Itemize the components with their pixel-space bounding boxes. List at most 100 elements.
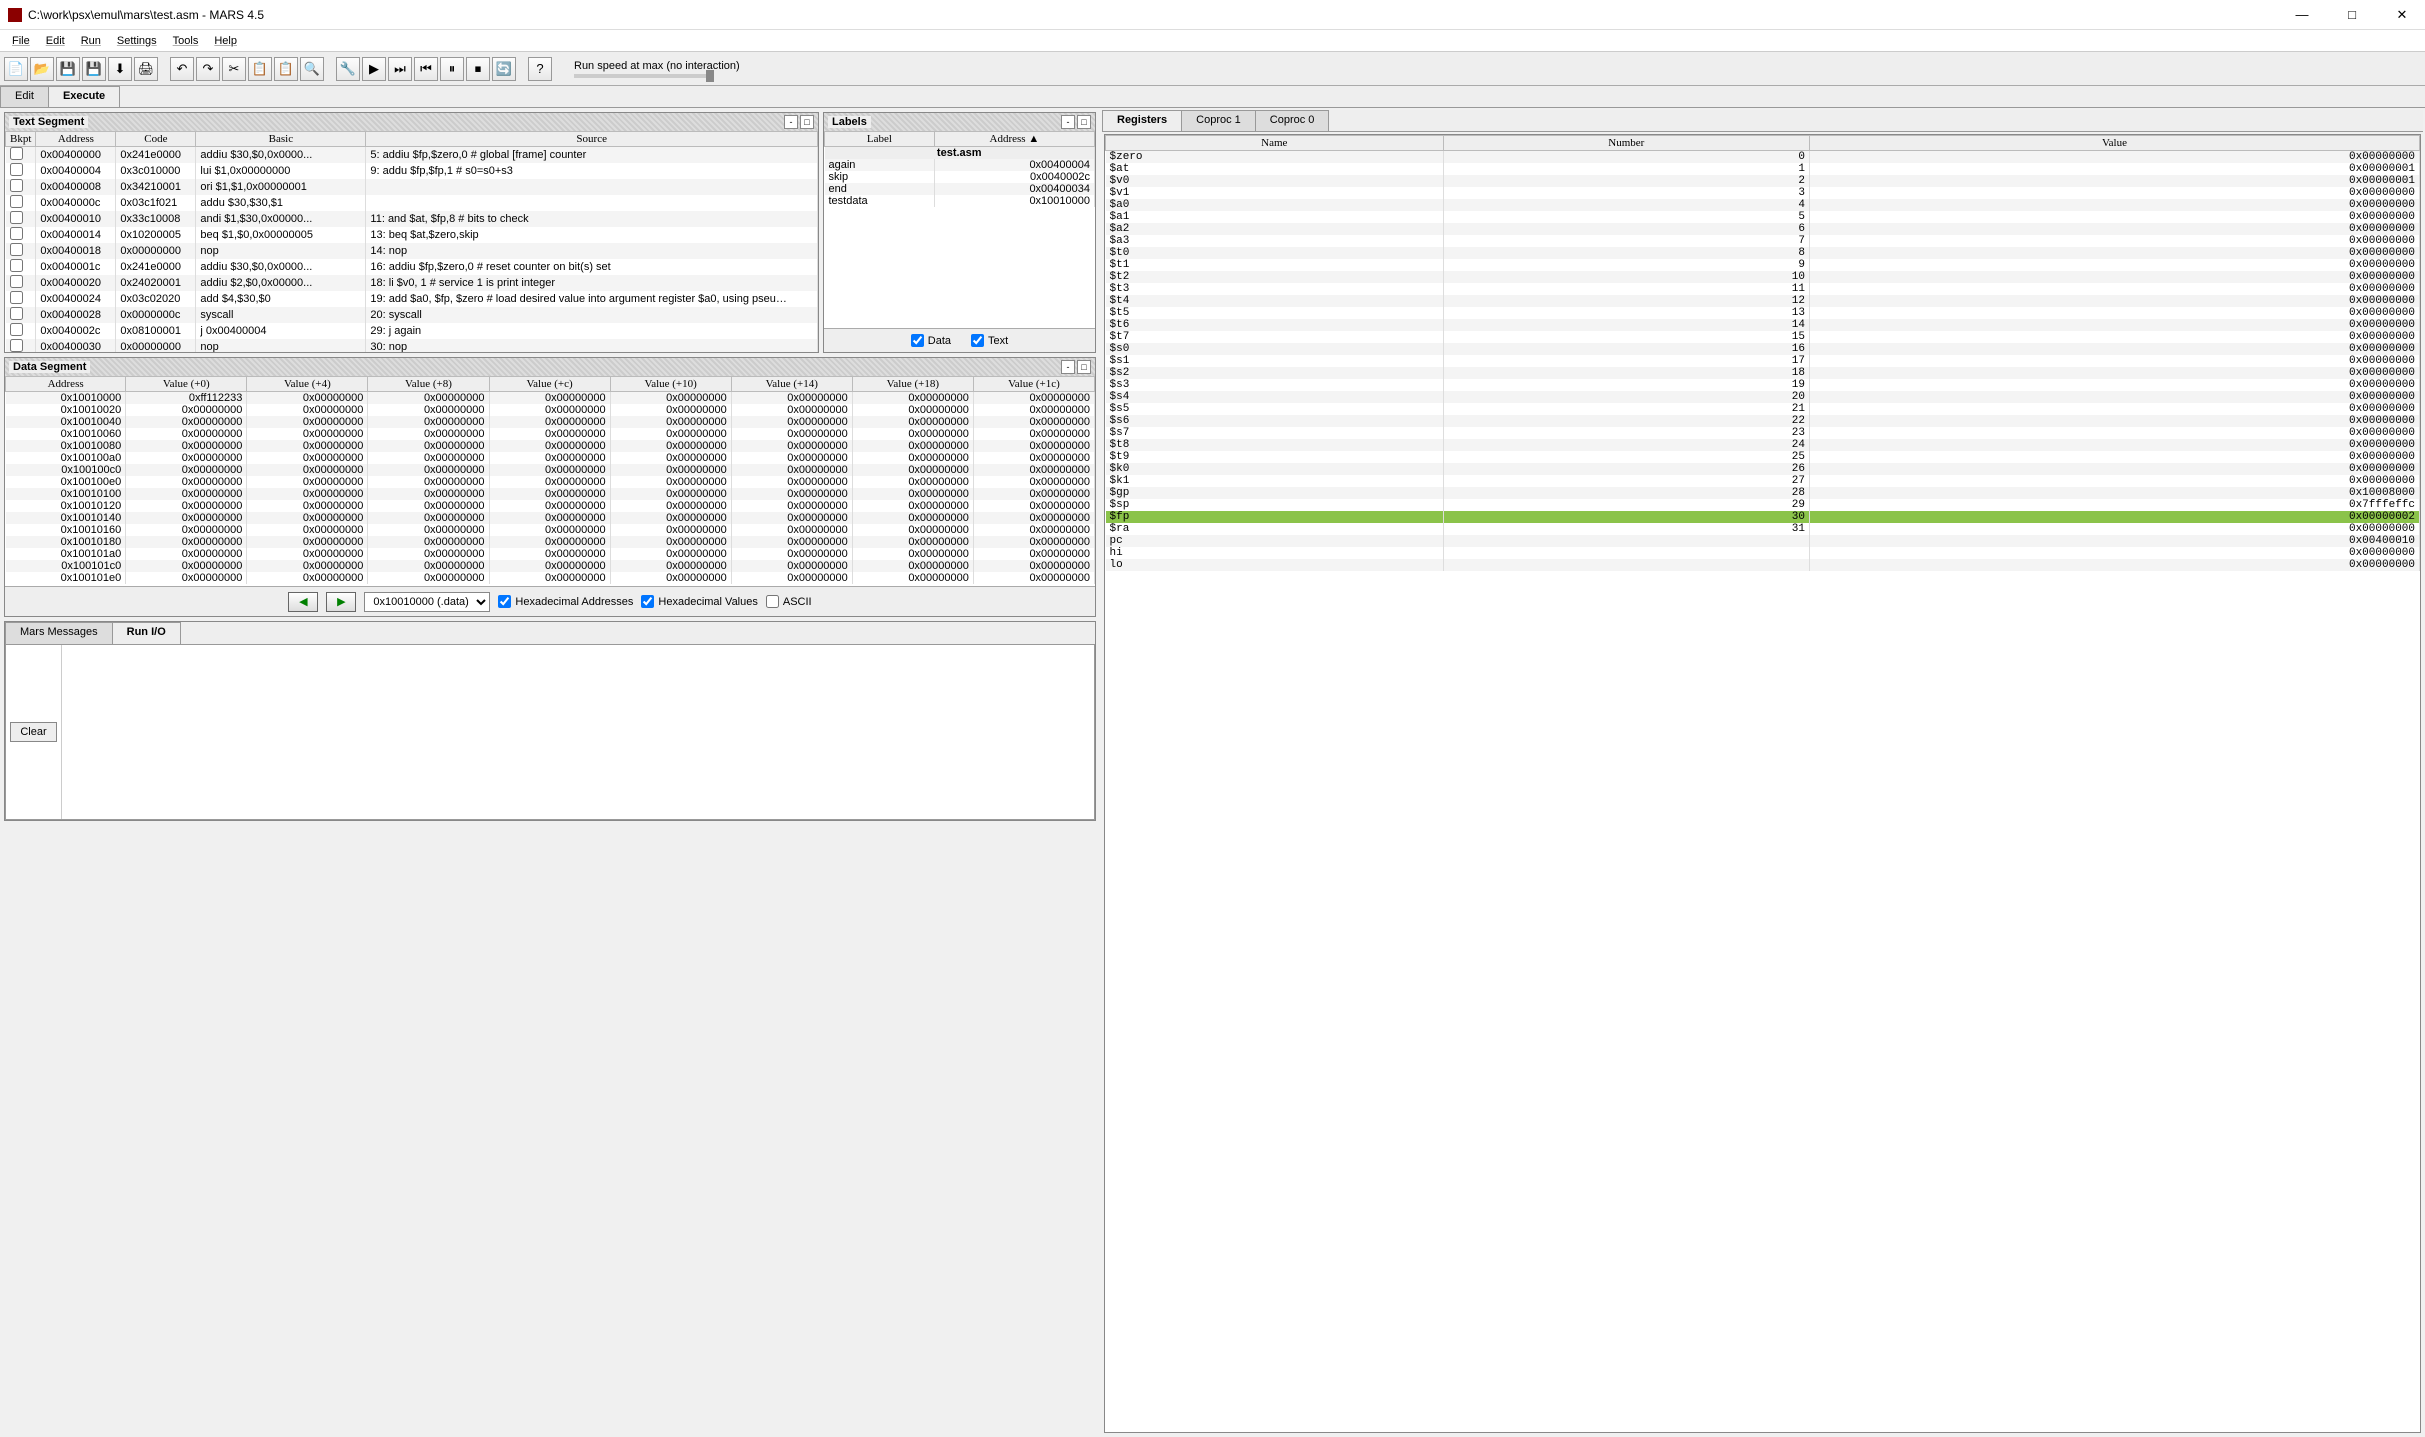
register-row[interactable]: $a040x00000000 (1106, 199, 2420, 211)
dump-button[interactable]: ⬇ (108, 57, 132, 81)
data-row[interactable]: 0x100101800x000000000x000000000x00000000… (6, 536, 1095, 548)
breakpoint-checkbox[interactable] (10, 275, 23, 288)
register-row[interactable]: $gp280x10008000 (1106, 487, 2420, 499)
register-row[interactable]: $t5130x00000000 (1106, 307, 2420, 319)
data-address-select[interactable]: 0x10010000 (.data) (364, 592, 490, 612)
data-row[interactable]: 0x100101e00x000000000x000000000x00000000… (6, 572, 1095, 584)
register-row[interactable]: $at10x00000001 (1106, 163, 2420, 175)
label-row[interactable]: end0x00400034 (825, 183, 1095, 195)
paste-button[interactable]: 📋 (274, 57, 298, 81)
register-row[interactable]: $t6140x00000000 (1106, 319, 2420, 331)
reset-button[interactable]: 🔄 (492, 57, 516, 81)
help-button[interactable]: ? (528, 57, 552, 81)
register-row[interactable]: $fp300x00000002 (1106, 511, 2420, 523)
print-button[interactable]: 🖨 (134, 57, 158, 81)
register-row[interactable]: $s7230x00000000 (1106, 427, 2420, 439)
register-row[interactable]: $a260x00000000 (1106, 223, 2420, 235)
breakpoint-checkbox[interactable] (10, 179, 23, 192)
register-row[interactable]: $s2180x00000000 (1106, 367, 2420, 379)
ascii-checkbox[interactable]: ASCII (766, 595, 812, 608)
cut-button[interactable]: ✂ (222, 57, 246, 81)
label-row[interactable]: again0x00400004 (825, 159, 1095, 171)
register-row[interactable]: $t4120x00000000 (1106, 295, 2420, 307)
menu-run[interactable]: Run (73, 33, 109, 49)
register-row[interactable]: $zero00x00000000 (1106, 151, 2420, 164)
step-button[interactable]: ⏭ (388, 57, 412, 81)
text-row[interactable]: 0x0040001c0x241e0000addiu $30,$0,0x0000.… (6, 259, 818, 275)
register-row[interactable]: $a150x00000000 (1106, 211, 2420, 223)
breakpoint-checkbox[interactable] (10, 147, 23, 160)
registers-table[interactable]: NameNumberValue$zero00x00000000$at10x000… (1105, 135, 2420, 1432)
backstep-button[interactable]: ⏮ (414, 57, 438, 81)
text-row[interactable]: 0x004000180x00000000nop14: nop (6, 243, 818, 259)
new-file-button[interactable]: 📄 (4, 57, 28, 81)
register-row[interactable]: $a370x00000000 (1106, 235, 2420, 247)
tab-mars-messages[interactable]: Mars Messages (5, 622, 113, 644)
text-row[interactable]: 0x004000240x03c02020add $4,$30,$019: add… (6, 291, 818, 307)
speed-slider[interactable] (574, 74, 714, 78)
close-button[interactable]: ✕ (2387, 5, 2417, 25)
clear-button[interactable]: Clear (10, 722, 57, 742)
breakpoint-checkbox[interactable] (10, 291, 23, 304)
data-row[interactable]: 0x100100600x000000000x000000000x00000000… (6, 428, 1095, 440)
menu-settings[interactable]: Settings (109, 33, 165, 49)
stop-button[interactable]: ⏹ (466, 57, 490, 81)
register-row[interactable]: $v020x00000001 (1106, 175, 2420, 187)
register-row[interactable]: $t190x00000000 (1106, 259, 2420, 271)
breakpoint-checkbox[interactable] (10, 227, 23, 240)
tab-coproc0[interactable]: Coproc 0 (1255, 110, 1330, 131)
save-as-button[interactable]: 💾 (82, 57, 106, 81)
menu-edit[interactable]: Edit (38, 33, 73, 49)
breakpoint-checkbox[interactable] (10, 323, 23, 336)
tab-registers[interactable]: Registers (1102, 110, 1182, 131)
label-row[interactable]: skip0x0040002c (825, 171, 1095, 183)
breakpoint-checkbox[interactable] (10, 195, 23, 208)
register-row[interactable]: $sp290x7fffeffc (1106, 499, 2420, 511)
data-row[interactable]: 0x100100c00x000000000x000000000x00000000… (6, 464, 1095, 476)
minimize-button[interactable]: — (2287, 5, 2317, 25)
register-row[interactable]: $s5210x00000000 (1106, 403, 2420, 415)
register-row[interactable]: $s6220x00000000 (1106, 415, 2420, 427)
register-row[interactable]: $t080x00000000 (1106, 247, 2420, 259)
register-row[interactable]: $k1270x00000000 (1106, 475, 2420, 487)
hex-addresses-checkbox[interactable]: Hexadecimal Addresses (498, 595, 633, 608)
menu-file[interactable]: File (4, 33, 38, 49)
maximize-panel-icon[interactable]: □ (800, 115, 814, 129)
data-row[interactable]: 0x100101600x000000000x000000000x00000000… (6, 524, 1095, 536)
maximize-panel-icon[interactable]: □ (1077, 360, 1091, 374)
run-button[interactable]: ▶ (362, 57, 386, 81)
maximize-button[interactable]: □ (2337, 5, 2367, 25)
register-row[interactable]: $t8240x00000000 (1106, 439, 2420, 451)
data-row[interactable]: 0x100100400x000000000x000000000x00000000… (6, 416, 1095, 428)
register-row[interactable]: $k0260x00000000 (1106, 463, 2420, 475)
text-row[interactable]: 0x0040002c0x08100001j 0x0040000429: j ag… (6, 323, 818, 339)
register-row[interactable]: $t7150x00000000 (1106, 331, 2420, 343)
tab-edit[interactable]: Edit (0, 86, 49, 107)
data-row[interactable]: 0x100100200x000000000x000000000x00000000… (6, 404, 1095, 416)
text-row[interactable]: 0x004000040x3c010000lui $1,0x000000009: … (6, 163, 818, 179)
register-row[interactable]: $s0160x00000000 (1106, 343, 2420, 355)
register-row[interactable]: $v130x00000000 (1106, 187, 2420, 199)
labels-text-checkbox[interactable]: Text (971, 334, 1008, 347)
data-row[interactable]: 0x100100800x000000000x000000000x00000000… (6, 440, 1095, 452)
data-row[interactable]: 0x100101a00x000000000x000000000x00000000… (6, 548, 1095, 560)
labels-table[interactable]: LabelAddress ▲test.asmagain0x00400004ski… (824, 131, 1095, 328)
data-row[interactable]: 0x100100e00x000000000x000000000x00000000… (6, 476, 1095, 488)
minimize-panel-icon[interactable]: - (784, 115, 798, 129)
register-row[interactable]: $s4200x00000000 (1106, 391, 2420, 403)
tab-execute[interactable]: Execute (48, 86, 120, 107)
register-row[interactable]: pc0x00400010 (1106, 535, 2420, 547)
redo-button[interactable]: ↷ (196, 57, 220, 81)
register-row[interactable]: hi0x00000000 (1106, 547, 2420, 559)
minimize-panel-icon[interactable]: - (1061, 115, 1075, 129)
tab-run-io[interactable]: Run I/O (112, 622, 181, 644)
text-row[interactable]: 0x004000140x10200005beq $1,$0,0x00000005… (6, 227, 818, 243)
assemble-button[interactable]: 🔧 (336, 57, 360, 81)
breakpoint-checkbox[interactable] (10, 211, 23, 224)
text-row[interactable]: 0x004000280x0000000csyscall20: syscall (6, 307, 818, 323)
text-row[interactable]: 0x004000100x33c10008andi $1,$30,0x00000.… (6, 211, 818, 227)
register-row[interactable]: $t3110x00000000 (1106, 283, 2420, 295)
labels-data-checkbox[interactable]: Data (911, 334, 951, 347)
register-row[interactable]: $s3190x00000000 (1106, 379, 2420, 391)
register-row[interactable]: $t2100x00000000 (1106, 271, 2420, 283)
